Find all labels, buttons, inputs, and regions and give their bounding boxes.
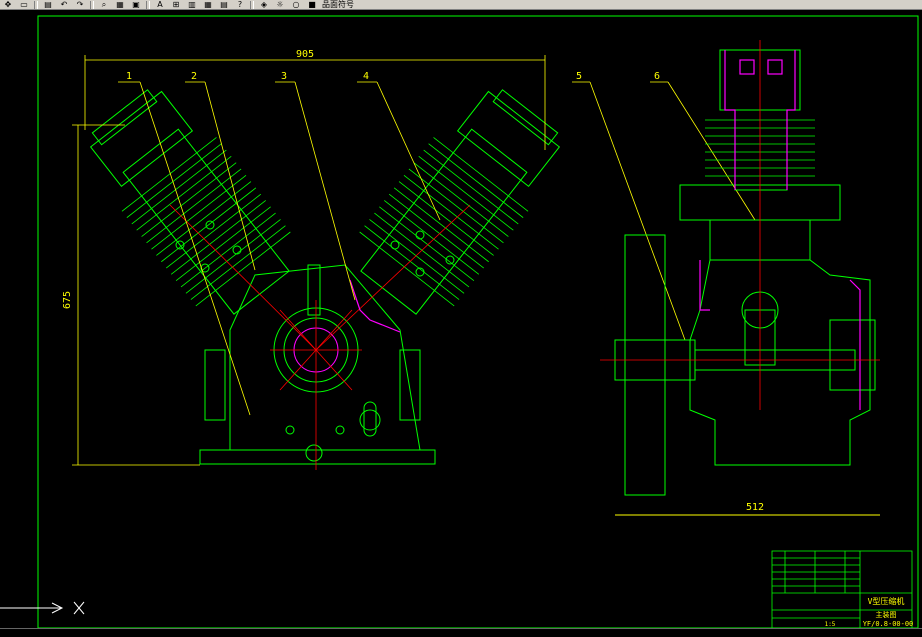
bottom-scroll-strip[interactable]	[0, 628, 922, 634]
print-icon[interactable]: ▤	[41, 0, 55, 9]
title-block-scale: 1:5	[825, 621, 836, 628]
toolbar-separator	[34, 0, 38, 9]
toolbar-separator	[250, 0, 254, 9]
zoom-window-icon[interactable]: ⌕	[97, 0, 111, 9]
balloon-1: 1	[126, 71, 132, 82]
layers-manager-icon[interactable]: ◈	[257, 0, 271, 9]
layer-dropdown[interactable]: 品面符号	[322, 0, 354, 9]
front-center-lines	[169, 204, 471, 470]
side-view	[614, 49, 880, 516]
open-icon[interactable]: ▭	[17, 0, 31, 9]
balloon-4: 4	[363, 71, 369, 82]
balloon-2: 2	[191, 71, 197, 82]
title-block-title: V型压缩机	[868, 596, 905, 606]
block-icon[interactable]: ▥	[185, 0, 199, 9]
dim-width-side: 512	[746, 502, 764, 513]
balloon-6: 6	[654, 71, 660, 82]
ucs-icon	[0, 601, 85, 615]
calculator-icon[interactable]: ▦	[201, 0, 215, 9]
toolbar-separator	[146, 0, 150, 9]
side-center-lines	[600, 40, 880, 410]
title-block-drawing-no: YF/0.8-00-00	[863, 620, 914, 628]
front-section-outline	[349, 279, 401, 333]
redo-icon[interactable]: ↷	[73, 0, 87, 9]
drawing-canvas[interactable]: 905 675 1 2 3 4 5 6 512 V型压缩机 主装图 YF/0.8…	[0, 10, 922, 633]
color-icon[interactable]: ■	[305, 0, 319, 9]
dim-width-front: 905	[296, 49, 314, 60]
dim-height-front: 675	[62, 291, 73, 309]
sun-icon[interactable]: ☼	[273, 0, 287, 9]
help-icon[interactable]: ?	[233, 0, 247, 9]
undo-icon[interactable]: ↶	[57, 0, 71, 9]
balloon-3: 3	[281, 71, 287, 82]
properties-icon[interactable]: ▦	[113, 0, 127, 9]
dim-style-icon[interactable]: ⊞	[169, 0, 183, 9]
drawing-svg: 905 675 1 2 3 4 5 6 512 V型压缩机 主装图 YF/0.8…	[0, 15, 919, 629]
balloon-5: 5	[576, 71, 582, 82]
bulb-icon[interactable]: ○	[289, 0, 303, 9]
front-view	[89, 89, 561, 465]
toolbar: ✥ ▭ ▤ ↶ ↷ ⌕ ▦ ▣ A ⊞ ▥ ▦ ▤ ? ◈ ☼ ○ ■ 品面符号	[0, 0, 922, 10]
table-icon[interactable]: ▤	[217, 0, 231, 9]
side-section-hatch	[699, 50, 861, 410]
pan-icon[interactable]: ✥	[1, 0, 15, 9]
drawing-frame	[37, 15, 919, 629]
title-block-name: 主装图	[876, 610, 897, 619]
text-style-icon[interactable]: A	[153, 0, 167, 9]
toolbar-separator	[90, 0, 94, 9]
layer-icon[interactable]: ▣	[129, 0, 143, 9]
